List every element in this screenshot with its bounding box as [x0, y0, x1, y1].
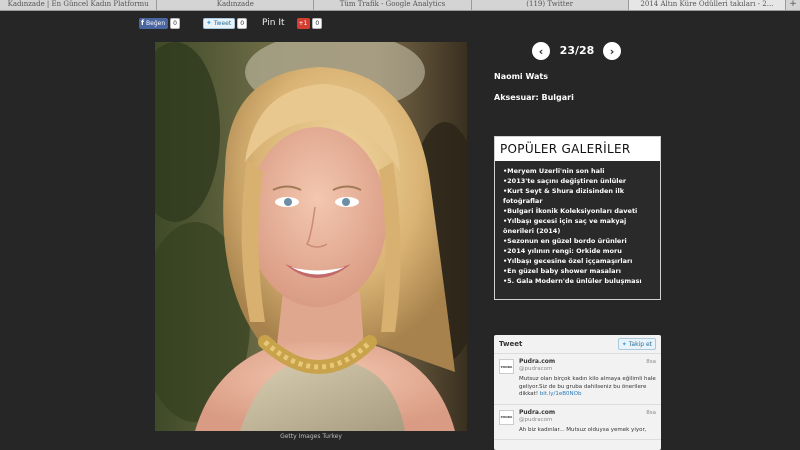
photo-person-name: Naomi Wats [494, 72, 548, 81]
popular-galleries-list: Meryem Uzerli'nin son hali 2013'te saçın… [495, 166, 660, 286]
browser-tab-twitter[interactable]: (119) Twitter [472, 0, 629, 10]
browser-tab-strip: Kadınzade | En Güncel Kadın Platformu Ka… [0, 0, 800, 11]
facebook-like-label: Beğen [146, 19, 166, 27]
tweet-link[interactable]: bit.ly/1eB0NOb [540, 391, 582, 397]
popular-gallery-link[interactable]: Bulgari İkonik Koleksiyonları daveti [503, 206, 654, 216]
follow-button[interactable]: ✦ Takip et [617, 338, 656, 350]
tweet-item: PUDRA Pudra.com @pudracom 8sa Ah biz kad… [494, 405, 661, 440]
google-plus-label: +1 [298, 19, 308, 27]
tweet-text: Ah biz kadınlar... Mutsuz olduysa yemek … [519, 427, 656, 435]
chevron-right-icon: › [609, 44, 615, 58]
chevron-left-icon: ‹ [538, 44, 544, 58]
portrait-image [155, 42, 467, 431]
avatar[interactable]: PUDRA [499, 359, 514, 374]
tweet-author-name[interactable]: Pudra.com [519, 409, 656, 416]
twitter-bird-icon: ✦ [621, 340, 627, 348]
popular-gallery-link[interactable]: Sezonun en güzel bordo ürünleri [503, 236, 654, 246]
avatar[interactable]: PUDRA [499, 409, 514, 425]
popular-gallery-link[interactable]: Kurt Seyt & Shura dizisinden ilk fotoğra… [503, 186, 654, 206]
previous-photo-button[interactable]: ‹ [532, 42, 550, 60]
browser-tab-altin-kure[interactable]: 2014 Altın Küre Ödülleri takıları - 2... [628, 0, 787, 10]
photo-credit: Getty Images Turkey [280, 433, 342, 440]
gallery-photo [155, 42, 467, 431]
tweet-item: PUDRA Pudra.com @pudracom 8sa Mutsuz ola… [494, 354, 661, 405]
tweet-button[interactable]: ✦ Tweet [203, 17, 236, 29]
popular-gallery-link[interactable]: Yılbaşı gecesi için saç ve makyaj öneril… [503, 216, 654, 236]
photo-accessory: Aksesuar: Bulgari [494, 93, 574, 102]
next-photo-button[interactable]: › [603, 42, 621, 60]
twitter-widget-header: Tweet ✦ Takip et [494, 335, 661, 354]
popular-gallery-link[interactable]: 5. Gala Modern'de ünlüler buluşması [503, 276, 654, 286]
google-plus-button[interactable]: +1 [296, 17, 311, 29]
tweet-author-handle[interactable]: @pudracom [519, 366, 656, 372]
new-tab-button[interactable]: + [786, 0, 800, 10]
tweet-count: 0 [237, 17, 248, 29]
popular-gallery-link[interactable]: Yılbaşı gecesine özel iççamaşırları [503, 256, 654, 266]
browser-tab-kadinzade-platform[interactable]: Kadınzade | En Güncel Kadın Platformu [0, 0, 158, 10]
facebook-like-button[interactable]: f Beğen [139, 17, 169, 29]
popular-galleries-title: POPÜLER GALERİLER [495, 137, 660, 161]
share-bar: f Beğen 0 ✦ Tweet 0 Pin It +1 0 [139, 16, 323, 30]
google-plus-count: 0 [312, 17, 323, 29]
tweet-body: Ah biz kadınlar... Mutsuz olduysa yemek … [519, 426, 647, 433]
facebook-icon: f [141, 19, 145, 27]
browser-tab-kadinzade[interactable]: Kadınzade [157, 0, 315, 10]
popular-gallery-link[interactable]: 2014 yılının rengi: Orkide moru [503, 246, 654, 256]
popular-gallery-link[interactable]: Meryem Uzerli'nin son hali [503, 166, 654, 176]
browser-tab-google-analytics[interactable]: Tüm Trafik - Google Analytics [314, 0, 472, 10]
photo-counter: 23/28 [559, 44, 595, 57]
tweet-text: Mutsuz olan birçok kadın kilo almaya eği… [519, 376, 656, 399]
facebook-like-count: 0 [170, 17, 180, 29]
pin-it-button[interactable]: Pin It [262, 18, 284, 28]
tweet-timestamp[interactable]: 8sa [646, 359, 656, 365]
popular-galleries-box: POPÜLER GALERİLER Meryem Uzerli'nin son … [494, 136, 661, 300]
tweet-label: Tweet [213, 19, 232, 27]
popular-gallery-link[interactable]: 2013'te saçını değiştiren ünlüler [503, 176, 654, 186]
twitter-bird-icon: ✦ [206, 19, 212, 27]
tweet-author-handle[interactable]: @pudracom [519, 417, 656, 423]
tweet-timestamp[interactable]: 8sa [646, 410, 656, 416]
tweet-author-name[interactable]: Pudra.com [519, 358, 656, 365]
follow-label: Takip et [628, 340, 652, 348]
popular-gallery-link[interactable]: En güzel baby shower masaları [503, 266, 654, 276]
twitter-widget-title: Tweet [499, 340, 523, 348]
twitter-widget: Tweet ✦ Takip et PUDRA Pudra.com @pudrac… [494, 335, 661, 450]
